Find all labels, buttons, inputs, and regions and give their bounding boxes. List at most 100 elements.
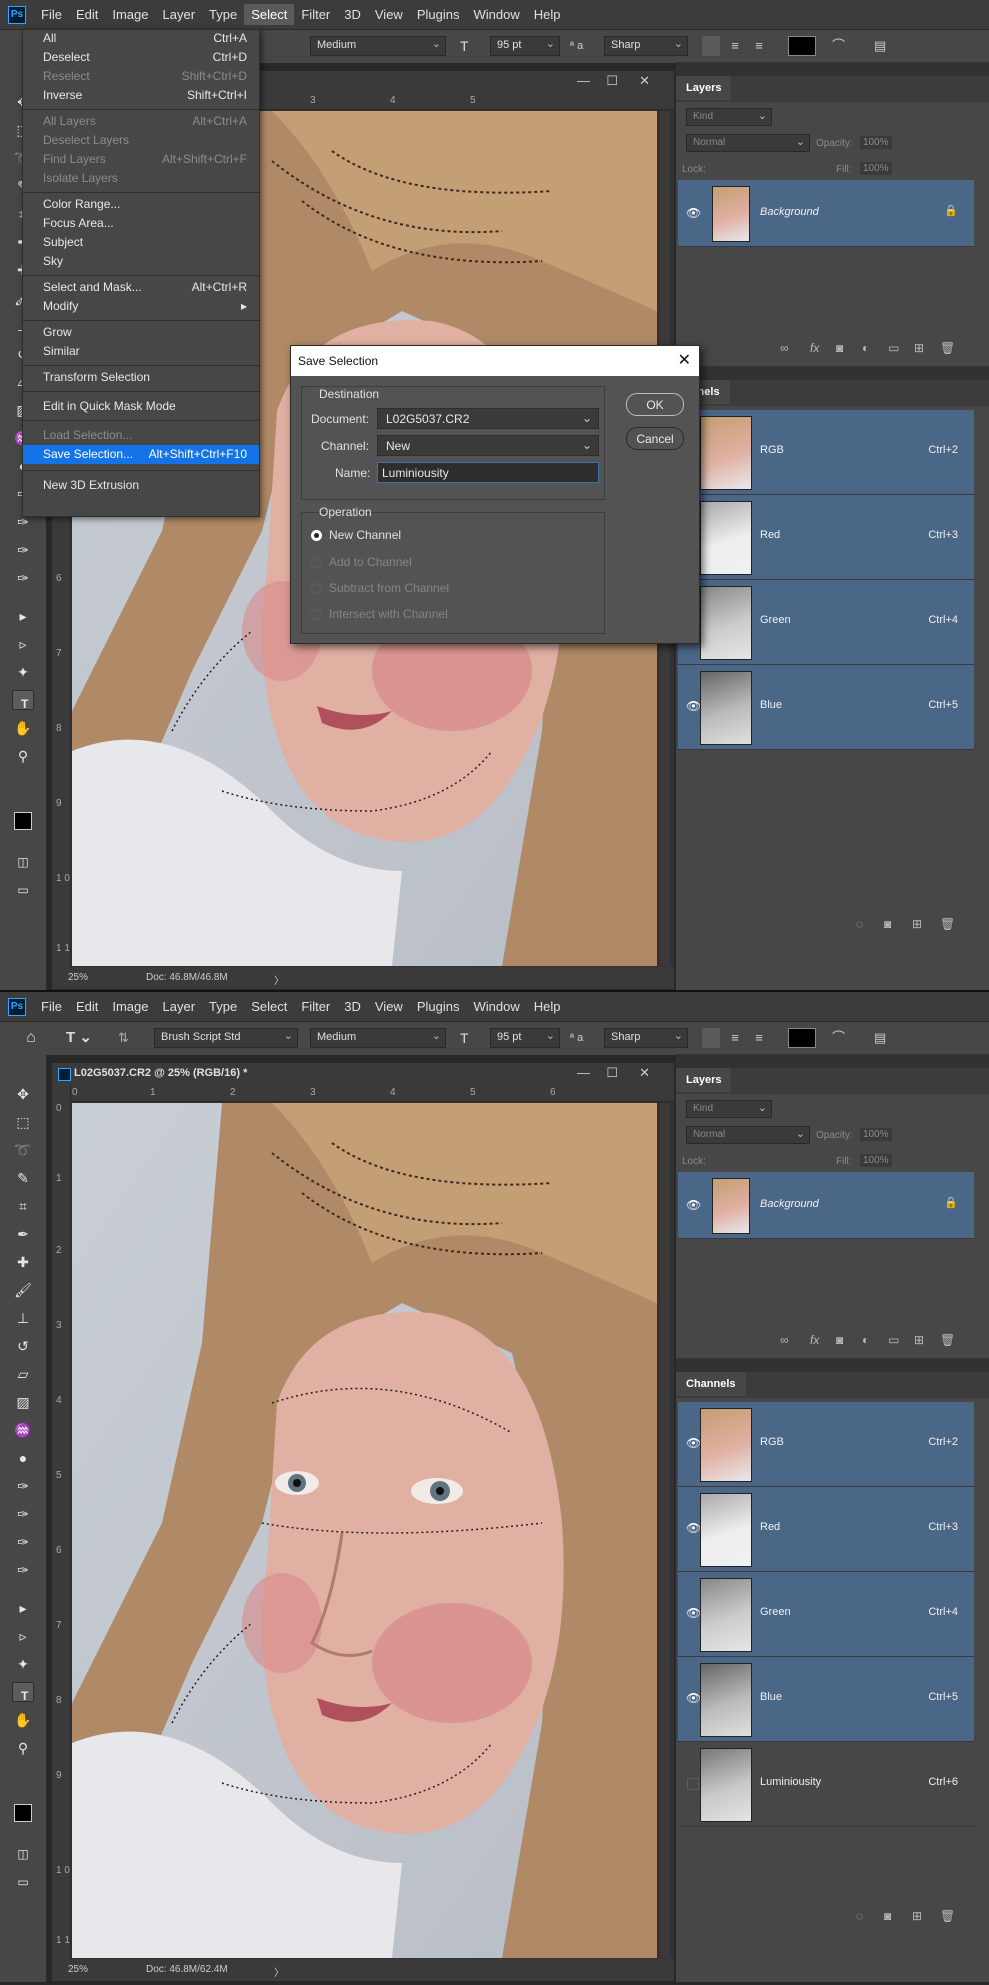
channel-row-rgb[interactable]: RGB Ctrl+2	[678, 410, 974, 495]
portrait-photo[interactable]	[72, 1103, 657, 1958]
document-select[interactable]: L02G5037.CR2 ⌄	[377, 408, 599, 429]
antialias-select[interactable]: Sharp	[604, 36, 688, 56]
zoom-level[interactable]: 25%	[68, 1964, 88, 1975]
align-left-icon[interactable]	[702, 1028, 720, 1048]
quick-mask-icon[interactable]: ◫	[12, 1844, 34, 1864]
align-center-icon[interactable]: ≡	[726, 1028, 744, 1048]
channel-name[interactable]: Red	[760, 529, 780, 541]
menu-file[interactable]: File	[34, 4, 69, 25]
shape-tool-icon[interactable]: ✦	[12, 662, 34, 682]
warp-text-icon[interactable]: ⌒	[832, 1028, 850, 1048]
brush-tool-icon[interactable]: 🖌	[12, 1280, 34, 1300]
visibility-eye-icon[interactable]: 👁	[686, 1606, 701, 1620]
dialog-close-icon[interactable]: ✕	[678, 350, 691, 370]
type-tool-icon[interactable]: T	[12, 1682, 34, 1703]
load-channel-selection-icon[interactable]: ◌	[856, 917, 863, 931]
menu-filter[interactable]: Filter	[294, 4, 337, 25]
align-right-icon[interactable]: ≡	[750, 1028, 768, 1048]
font-family-select[interactable]: Brush Script Std	[154, 1028, 298, 1048]
channel-name[interactable]: Blue	[760, 1691, 782, 1703]
save-selection-channel-icon[interactable]: ◙	[884, 917, 891, 931]
menu-3d[interactable]: 3D	[337, 996, 368, 1017]
visibility-eye-icon[interactable]: 👁	[686, 1691, 701, 1705]
menu-view[interactable]: View	[368, 996, 410, 1017]
add-mask-icon[interactable]: ◙	[836, 1333, 843, 1347]
cancel-button[interactable]: Cancel	[626, 427, 684, 450]
text-orientation-icon[interactable]: ⇅	[118, 1028, 140, 1048]
adjustment-layer-icon[interactable]: ◐	[862, 1333, 869, 1347]
adjustment-layer-icon[interactable]: ◐	[862, 341, 869, 355]
hand-tool-icon[interactable]: ✋	[12, 1710, 34, 1730]
link-layers-icon[interactable]: ∞	[780, 341, 789, 355]
zoom-tool-icon[interactable]: ⚲	[12, 1738, 34, 1758]
menu-filter[interactable]: Filter	[294, 996, 337, 1017]
pen-freeform-icon[interactable]: ✑	[12, 1560, 34, 1580]
channel-row-green[interactable]: Green Ctrl+4	[678, 580, 974, 665]
foreground-color-swatch[interactable]	[14, 812, 32, 830]
channel-name[interactable]: Green	[760, 1606, 791, 1618]
menu-select[interactable]: Select	[244, 4, 295, 25]
minimize-icon[interactable]: —	[577, 1065, 590, 1080]
new-channel-radio[interactable]	[311, 530, 322, 541]
channel-row-blue[interactable]: 👁 Blue Ctrl+5	[678, 665, 974, 750]
move-tool-icon[interactable]: ✥	[12, 1084, 34, 1104]
menu-item-reselect[interactable]: Reselect Shift+Ctrl+D	[23, 67, 259, 86]
ok-button[interactable]: OK	[626, 393, 684, 416]
text-color-swatch[interactable]	[788, 36, 816, 56]
minimize-icon[interactable]: —	[577, 73, 590, 88]
font-size-select[interactable]: 95 pt	[490, 36, 560, 56]
menu-image[interactable]: Image	[105, 996, 155, 1017]
new-layer-icon[interactable]: ⊞	[914, 1333, 924, 1347]
channel-row-blue[interactable]: 👁 Blue Ctrl+5	[678, 1657, 974, 1742]
zoom-level[interactable]: 25%	[68, 972, 88, 983]
load-channel-selection-icon[interactable]: ◌	[856, 1909, 863, 1923]
subtract-channel-option[interactable]: Subtract from Channel	[329, 581, 449, 595]
menu-window[interactable]: Window	[466, 4, 526, 25]
channel-name[interactable]: Red	[760, 1521, 780, 1533]
hand-tool-icon[interactable]: ✋	[12, 718, 34, 738]
close-window-icon[interactable]: ✕	[639, 73, 650, 89]
menu-select[interactable]: Select	[244, 996, 294, 1017]
align-right-icon[interactable]: ≡	[750, 36, 768, 56]
panels-toggle-icon[interactable]: ▤	[874, 36, 892, 56]
add-channel-radio[interactable]	[311, 557, 322, 568]
menu-item-all[interactable]: All Ctrl+A	[23, 29, 259, 48]
menu-item-modify[interactable]: Modify ▸	[23, 297, 259, 316]
save-selection-channel-icon[interactable]: ◙	[884, 1909, 891, 1923]
channel-row-green[interactable]: 👁 Green Ctrl+4	[678, 1572, 974, 1657]
marquee-tool-icon[interactable]: ⬚	[12, 1112, 34, 1132]
quick-select-tool-icon[interactable]: ✎	[12, 1168, 34, 1188]
document-tab[interactable]: L02G5037.CR2 @ 25% (RGB/16) * — ☐ ✕	[52, 1063, 674, 1085]
blur-tool-icon[interactable]: ♒	[12, 1420, 34, 1440]
channel-row-red[interactable]: Red Ctrl+3	[678, 495, 974, 580]
quick-mask-icon[interactable]: ◫	[12, 852, 34, 872]
new-channel-icon[interactable]: ⊞	[912, 1909, 922, 1923]
menu-edit[interactable]: Edit	[69, 4, 105, 25]
channel-name[interactable]: RGB	[760, 444, 784, 456]
menu-item-subject[interactable]: Subject	[23, 233, 259, 252]
fx-icon[interactable]: fx	[810, 1333, 819, 1347]
align-center-icon[interactable]: ≡	[726, 36, 744, 56]
font-style-select[interactable]: Medium	[310, 1028, 446, 1048]
status-menu-arrow-icon[interactable]: 〉	[274, 1964, 284, 1979]
channel-name-input[interactable]: Luminiousity	[377, 462, 599, 483]
channel-select[interactable]: New ⌄	[377, 435, 599, 456]
close-window-icon[interactable]: ✕	[639, 1065, 650, 1081]
text-color-swatch[interactable]	[788, 1028, 816, 1048]
menu-layer[interactable]: Layer	[156, 996, 203, 1017]
path-select-tool-icon[interactable]: ▸	[12, 1598, 34, 1618]
channel-name[interactable]: Blue	[760, 699, 782, 711]
history-brush-icon[interactable]: ↺	[12, 1336, 34, 1356]
menu-type[interactable]: Type	[202, 4, 244, 25]
channel-row-red[interactable]: 👁 Red Ctrl+3	[678, 1487, 974, 1572]
maximize-icon[interactable]: ☐	[606, 73, 618, 89]
layers-panel-title[interactable]: Layers	[676, 1068, 732, 1092]
menu-item-all-layers[interactable]: All Layers Alt+Ctrl+A	[23, 112, 259, 131]
zoom-tool-icon[interactable]: ⚲	[12, 746, 34, 766]
menu-item-deselect-layers[interactable]: Deselect Layers	[23, 131, 259, 150]
delete-layer-icon[interactable]: 🗑	[940, 341, 955, 355]
visibility-eye-icon[interactable]: 👁	[686, 1436, 701, 1450]
menu-item-load-selection[interactable]: Load Selection...	[23, 426, 259, 445]
pen-curvature-icon[interactable]: ✑	[12, 1532, 34, 1552]
menu-help[interactable]: Help	[527, 4, 568, 25]
